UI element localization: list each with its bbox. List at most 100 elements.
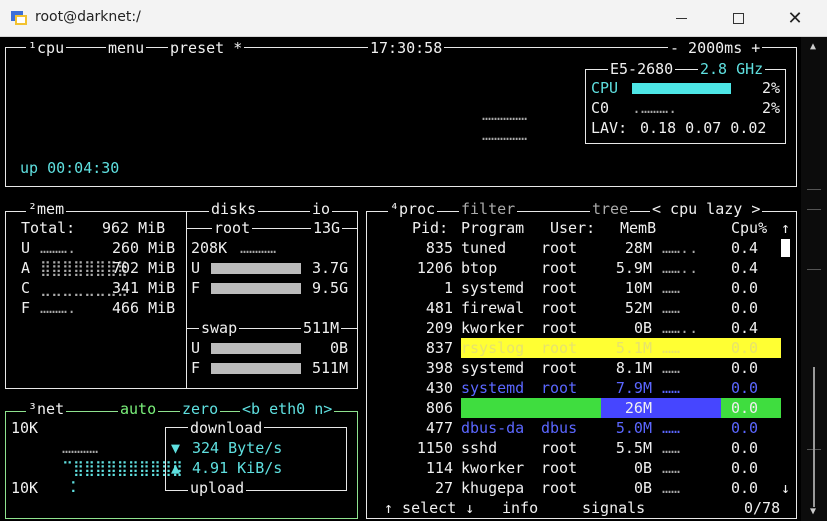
proc-row-program: btop — [461, 259, 498, 277]
proc-row-pid[interactable]: 1206 — [376, 258, 453, 278]
scroll-down-icon[interactable]: ▼ — [810, 506, 816, 517]
proc-row-pid[interactable]: 27 — [376, 478, 453, 498]
proc-row-pid[interactable]: 430 — [376, 378, 453, 398]
proc-row-program: kworker — [461, 319, 525, 337]
proc-row-cpu: 0.0 — [731, 359, 759, 377]
terminal[interactable]: ¹cpu menu preset * 17:30:58 - 2000ms + u… — [0, 37, 801, 521]
proc-row-program: sshd — [461, 439, 498, 457]
proc-row-user: root — [541, 279, 578, 297]
proc-scroll-thumb[interactable] — [781, 239, 790, 257]
net-scale-top: 10K — [11, 419, 39, 437]
proc-tab[interactable]: ⁴proc — [388, 200, 438, 218]
download-speed: 324 Byte/s — [192, 439, 283, 457]
proc-row-pid[interactable]: 114 — [376, 458, 453, 478]
maximize-button[interactable] — [709, 0, 767, 37]
cpu-model: E5-2680 — [608, 60, 676, 78]
proc-signals-button[interactable]: signals — [580, 499, 648, 517]
proc-row-graph: …….. — [662, 239, 699, 257]
core0-percent: 2% — [762, 99, 781, 117]
net-interface-selector[interactable]: <b eth0 n> — [240, 400, 335, 418]
uptime: up 00:04:30 — [20, 159, 120, 177]
proc-info-button[interactable]: info — [500, 499, 541, 517]
proc-scroll-down-icon[interactable]: ↓ — [781, 478, 790, 498]
mem-available-key: A — [21, 259, 31, 277]
header-pid[interactable]: Pid: — [412, 218, 448, 238]
header-mem[interactable]: MemB — [620, 218, 656, 238]
proc-row-pid[interactable]: 209 — [376, 318, 453, 338]
scroll-thumb[interactable] — [813, 367, 815, 507]
proc-sort-selector[interactable]: < cpu lazy > — [650, 200, 763, 218]
disk-used-value: 3.7G — [312, 259, 349, 277]
cpu-usage-bar — [632, 83, 731, 94]
proc-row-user: root — [541, 239, 578, 257]
disk-root-io-graph: ………… — [240, 239, 277, 257]
proc-row-pid[interactable]: 1 — [376, 278, 453, 298]
download-arrow-icon: ▼ — [171, 439, 181, 457]
proc-filter-button[interactable]: filter — [459, 200, 518, 218]
proc-row-graph: …… — [662, 459, 681, 477]
proc-row-cpu: 0.0 — [731, 459, 759, 477]
header-cpu[interactable]: Cpu% — [731, 218, 767, 238]
proc-row-cpu: 0.0 — [731, 419, 759, 437]
proc-row-user: root — [541, 359, 578, 377]
menu-button[interactable]: menu — [106, 39, 147, 57]
header-program[interactable]: Program — [461, 218, 524, 238]
proc-row-pid[interactable]: 837 — [376, 338, 453, 358]
proc-row-user: root — [541, 379, 578, 397]
mem-tab[interactable]: ²mem — [26, 200, 67, 218]
mem-cached-value: 341 MiB — [112, 279, 176, 297]
load-average-label: LAV: — [591, 119, 628, 137]
disk-used-label: U — [191, 259, 201, 277]
disk-used-bar — [211, 263, 301, 274]
mem-cached-key: C — [21, 279, 31, 297]
minimize-icon — [675, 18, 687, 19]
proc-tree-button[interactable]: tree — [590, 200, 631, 218]
proc-row-mem: 7.9M — [615, 379, 652, 397]
proc-row-graph: …… — [662, 359, 681, 377]
proc-row-pid[interactable]: 398 — [376, 358, 453, 378]
net-upload-graph-2: ⠅ — [70, 479, 81, 497]
proc-count: 0/78 — [742, 499, 783, 517]
header-user[interactable]: User: — [550, 218, 595, 238]
proc-row-cpu: 0.0 — [731, 379, 759, 397]
proc-row-user: root — [541, 339, 578, 357]
proc-row-pid[interactable]: 806 — [376, 398, 453, 418]
net-zero-button[interactable]: zero — [180, 400, 221, 418]
cpu-tab[interactable]: ¹cpu — [26, 39, 67, 57]
proc-row-graph: …… — [662, 419, 681, 437]
scroll-up-icon[interactable]: ▲ — [810, 41, 816, 52]
terminal-app-icon — [11, 11, 27, 25]
interval-control[interactable]: - 2000ms + — [668, 39, 763, 57]
proc-row-pid[interactable]: 477 — [376, 418, 453, 438]
preset-button[interactable]: preset * — [168, 39, 245, 57]
proc-row-user: root — [541, 459, 578, 477]
proc-row-pid[interactable]: 835 — [376, 238, 453, 258]
swap-free-label: F — [191, 359, 201, 377]
disk-free-bar — [211, 283, 301, 294]
swap-free-bar — [211, 363, 301, 374]
core0-graph: .………. — [632, 99, 678, 117]
proc-scroll-up-icon[interactable]: ↑ — [781, 218, 790, 238]
proc-row-mem: 26M — [624, 399, 652, 417]
proc-row-program: systemd — [461, 359, 525, 377]
net-auto-button[interactable]: auto — [118, 400, 159, 418]
io-tab[interactable]: io — [310, 200, 333, 218]
disk-free-value: 9.5G — [312, 279, 349, 297]
proc-row-program: kworker — [461, 459, 525, 477]
proc-row-cpu: 0.4 — [731, 259, 759, 277]
proc-row-pid[interactable]: 1150 — [376, 438, 453, 458]
proc-row-user: root — [541, 439, 578, 457]
proc-row-user: root — [541, 299, 578, 317]
net-tab[interactable]: ³net — [26, 400, 67, 418]
download-label: download — [188, 419, 265, 437]
proc-select-control[interactable]: ↑ select ↓ — [382, 499, 477, 517]
proc-row-pid[interactable]: 481 — [376, 298, 453, 318]
disk-root-io: 208K — [191, 239, 228, 257]
cpu-graph-2: …………… — [482, 126, 528, 144]
minimize-button[interactable] — [652, 0, 710, 37]
proc-row-graph: …….. — [662, 319, 699, 337]
close-button[interactable]: ✕ — [766, 0, 824, 37]
proc-row-program: systemd — [461, 379, 525, 397]
disks-tab[interactable]: disks — [209, 200, 259, 218]
terminal-scrollbar[interactable]: ▲ ▼ — [801, 37, 827, 521]
